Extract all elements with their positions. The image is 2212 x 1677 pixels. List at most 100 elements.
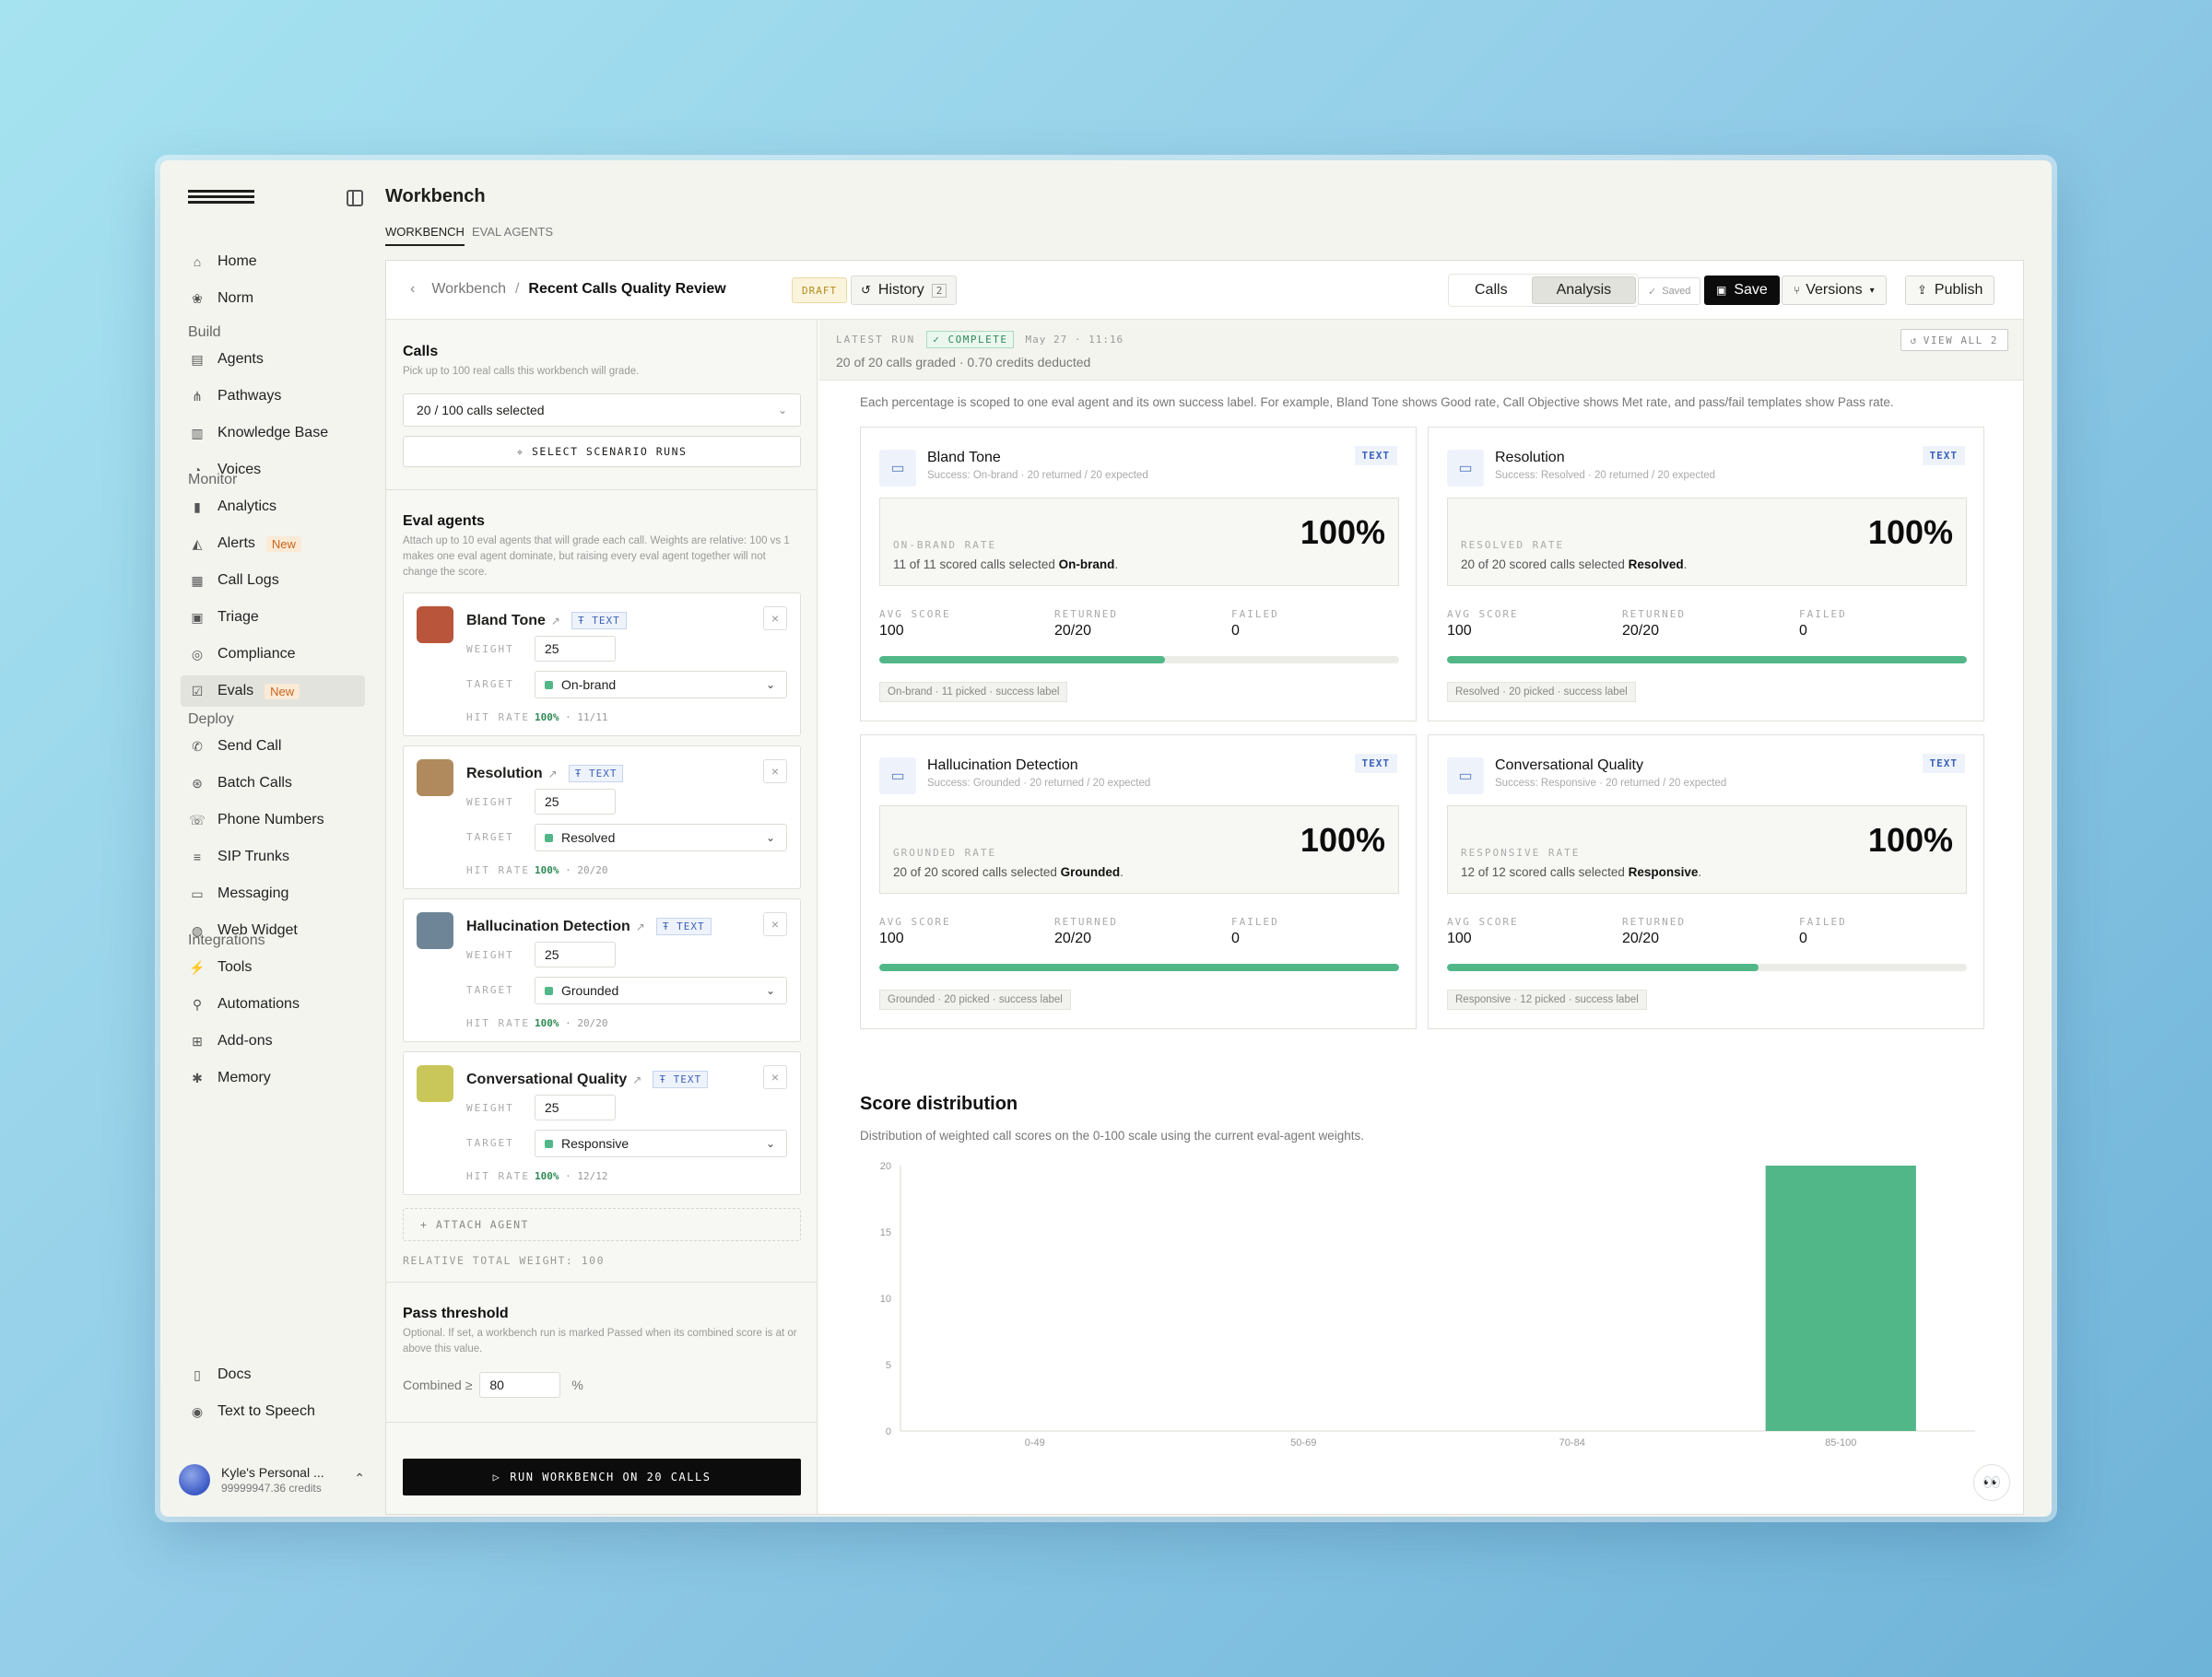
sidebar-item-text-to-speech[interactable]: ◉ Text to Speech bbox=[181, 1396, 365, 1427]
weight-input[interactable]: 25 bbox=[535, 636, 616, 662]
sidebar-item-tools[interactable]: ⚡ Tools bbox=[181, 952, 365, 983]
sparkle-icon: ✧ bbox=[516, 445, 524, 458]
sidebar-item-norm[interactable]: ❀ Norm bbox=[181, 283, 365, 314]
rate-box: GROUNDED RATE 100% 20 of 20 scored calls s… bbox=[879, 805, 1399, 894]
agent-swatch bbox=[417, 606, 453, 643]
sidebar-item-alerts[interactable]: ◭ Alerts New bbox=[181, 528, 365, 559]
returned-value: 20/20 bbox=[1054, 623, 1092, 639]
remove-agent-icon[interactable]: × bbox=[763, 1065, 787, 1089]
sidebar-section-title: Monitor bbox=[188, 472, 238, 487]
target-select[interactable]: Resolved ⌄ bbox=[535, 824, 787, 851]
sidebar-item-evals[interactable]: ☑ Evals New bbox=[181, 675, 365, 707]
agent-name[interactable]: Bland Tone bbox=[466, 613, 546, 629]
page-title: Workbench bbox=[385, 186, 486, 206]
remove-agent-icon[interactable]: × bbox=[763, 912, 787, 936]
assistant-owl-icon[interactable]: 👀 bbox=[1973, 1464, 2010, 1501]
breadcrumb-current: Recent Calls Quality Review bbox=[528, 281, 726, 297]
sidebar-item-home[interactable]: ⌂ Home bbox=[181, 246, 365, 277]
eval-agents-title: Eval agents bbox=[403, 513, 485, 529]
weight-input[interactable]: 25 bbox=[535, 1095, 616, 1120]
seg-calls[interactable]: Calls bbox=[1451, 276, 1532, 304]
chat-bubble-icon: ▭ bbox=[879, 450, 916, 487]
latest-run-label: LATEST RUN bbox=[836, 334, 916, 346]
versions-button[interactable]: ⑂ Versions ▾ bbox=[1782, 276, 1887, 305]
progress-bar bbox=[879, 964, 1399, 971]
external-link-icon[interactable]: ↗ bbox=[548, 768, 558, 780]
external-link-icon[interactable]: ↗ bbox=[636, 921, 645, 933]
latest-run-bar: LATEST RUN ✓ COMPLETE May 27 · 11:16 20 … bbox=[819, 320, 2023, 381]
attach-agent-button[interactable]: + ATTACH AGENT bbox=[403, 1208, 801, 1241]
account-name: Kyle's Personal ... bbox=[221, 1465, 324, 1480]
sidebar-item-pathways[interactable]: ⋔ Pathways bbox=[181, 381, 365, 412]
sidebar-item-call-logs[interactable]: ▦ Call Logs bbox=[181, 565, 365, 596]
saved-status-label: Saved bbox=[1662, 286, 1691, 297]
sidebar-item-triage[interactable]: ▣ Triage bbox=[181, 602, 365, 633]
breadcrumb-parent[interactable]: Workbench bbox=[431, 281, 506, 298]
external-link-icon[interactable]: ↗ bbox=[632, 1073, 641, 1086]
sidebar-item-docs[interactable]: ▯ Docs bbox=[181, 1359, 365, 1390]
tab-workbench[interactable]: WORKBENCH bbox=[385, 225, 465, 246]
agent-name[interactable]: Conversational Quality bbox=[466, 1072, 627, 1088]
norm-icon: ❀ bbox=[192, 290, 203, 306]
rate-summary: 12 of 12 scored calls selected Responsiv… bbox=[1461, 865, 1701, 879]
sidebar-item-compliance[interactable]: ◎ Compliance bbox=[181, 639, 365, 670]
sidebar-item-sip-trunks[interactable]: ≡ SIP Trunks bbox=[181, 841, 365, 873]
save-button[interactable]: ▣ Save bbox=[1704, 276, 1780, 305]
remove-agent-icon[interactable]: × bbox=[763, 759, 787, 783]
weight-label: WEIGHT bbox=[466, 1102, 514, 1114]
sidebar: ⌂ Home ❀ Norm Build ▤ Agents ⋔ Pathways ▥ Knowledg… bbox=[160, 160, 378, 1517]
sidebar-item-add-ons[interactable]: ⊞ Add-ons bbox=[181, 1026, 365, 1057]
x-tick-label: 0-49 bbox=[1025, 1437, 1045, 1448]
pathways-icon: ⋔ bbox=[192, 388, 203, 404]
tab-eval-agents[interactable]: EVAL AGENTS bbox=[472, 225, 553, 246]
target-select[interactable]: On-brand ⌄ bbox=[535, 671, 787, 698]
chat-bubble-icon: ▭ bbox=[879, 757, 916, 794]
sidebar-item-knowledge-base[interactable]: ▥ Knowledge Base bbox=[181, 417, 365, 449]
target-select[interactable]: Grounded ⌄ bbox=[535, 977, 787, 1004]
agent-name[interactable]: Resolution bbox=[466, 766, 543, 782]
external-link-icon[interactable]: ↗ bbox=[551, 615, 560, 627]
history-icon: ↺ bbox=[861, 283, 871, 297]
sidebar-item-label: SIP Trunks bbox=[218, 849, 289, 864]
publish-button[interactable]: ⇪ Publish bbox=[1905, 276, 1995, 305]
back-chevron-icon[interactable]: ‹ bbox=[410, 281, 415, 298]
sidebar-item-memory[interactable]: ✱ Memory bbox=[181, 1062, 365, 1094]
sidebar-item-analytics[interactable]: ▮ Analytics bbox=[181, 491, 365, 522]
sidebar-item-send-call[interactable]: ✆ Send Call bbox=[181, 731, 365, 762]
sidebar-collapse-icon[interactable] bbox=[347, 190, 363, 206]
select-scenario-runs-button[interactable]: ✧ SELECT SCENARIO RUNS bbox=[403, 436, 801, 467]
rate-value: 100% bbox=[1300, 821, 1385, 859]
calls-select[interactable]: 20 / 100 calls selected ⌄ bbox=[403, 393, 801, 427]
sidebar-item-agents[interactable]: ▤ Agents bbox=[181, 344, 365, 375]
remove-agent-icon[interactable]: × bbox=[763, 606, 787, 630]
avg-score-value: 100 bbox=[879, 931, 904, 946]
run-workbench-button[interactable]: ▷ RUN WORKBENCH ON 20 CALLS bbox=[403, 1459, 801, 1495]
seg-analysis[interactable]: Analysis bbox=[1531, 276, 1637, 304]
card-subtitle: Success: Grounded · 20 returned / 20 exp… bbox=[927, 778, 1151, 789]
weight-input[interactable]: 25 bbox=[535, 942, 616, 968]
sidebar-item-batch-calls[interactable]: ⊛ Batch Calls bbox=[181, 768, 365, 799]
view-all-runs-button[interactable]: ↺ VIEW ALL 2 bbox=[1900, 329, 2008, 351]
history-button[interactable]: ↺ History 2 bbox=[851, 276, 958, 305]
sidebar-item-automations[interactable]: ⚲ Automations bbox=[181, 989, 365, 1020]
history-icon: ↺ bbox=[1910, 334, 1918, 346]
play-icon: ▷ bbox=[492, 1471, 501, 1484]
page-tabs: WORKBENCH EVAL AGENTS bbox=[385, 225, 560, 246]
run-timestamp: May 27 · 11:16 bbox=[1025, 334, 1124, 346]
avg-score-value: 100 bbox=[1447, 931, 1472, 946]
target-select[interactable]: Responsive ⌄ bbox=[535, 1130, 787, 1157]
sidebar-item-messaging[interactable]: ▭ Messaging bbox=[181, 878, 365, 909]
eval-result-card: ▭ Conversational Quality Success: Responsi… bbox=[1428, 734, 1984, 1029]
rate-summary-label: Responsive bbox=[1628, 865, 1699, 879]
workbench-panel: ‹ Workbench / Recent Calls Quality Revie… bbox=[385, 260, 2024, 1515]
card-title: Conversational Quality bbox=[1495, 757, 1643, 773]
x-tick-label: 85-100 bbox=[1825, 1437, 1856, 1448]
brand-logo[interactable] bbox=[188, 190, 254, 210]
view-toggle: Calls Analysis bbox=[1448, 274, 1640, 307]
threshold-input[interactable]: 80 bbox=[479, 1372, 561, 1398]
agent-name[interactable]: Hallucination Detection bbox=[466, 919, 630, 935]
weight-input[interactable]: 25 bbox=[535, 789, 616, 815]
sidebar-item-phone-numbers[interactable]: ☏ Phone Numbers bbox=[181, 804, 365, 836]
account-switcher[interactable]: Kyle's Personal ... 99999947.36 credits … bbox=[179, 1460, 372, 1500]
phone-numbers-icon: ☏ bbox=[189, 812, 206, 827]
